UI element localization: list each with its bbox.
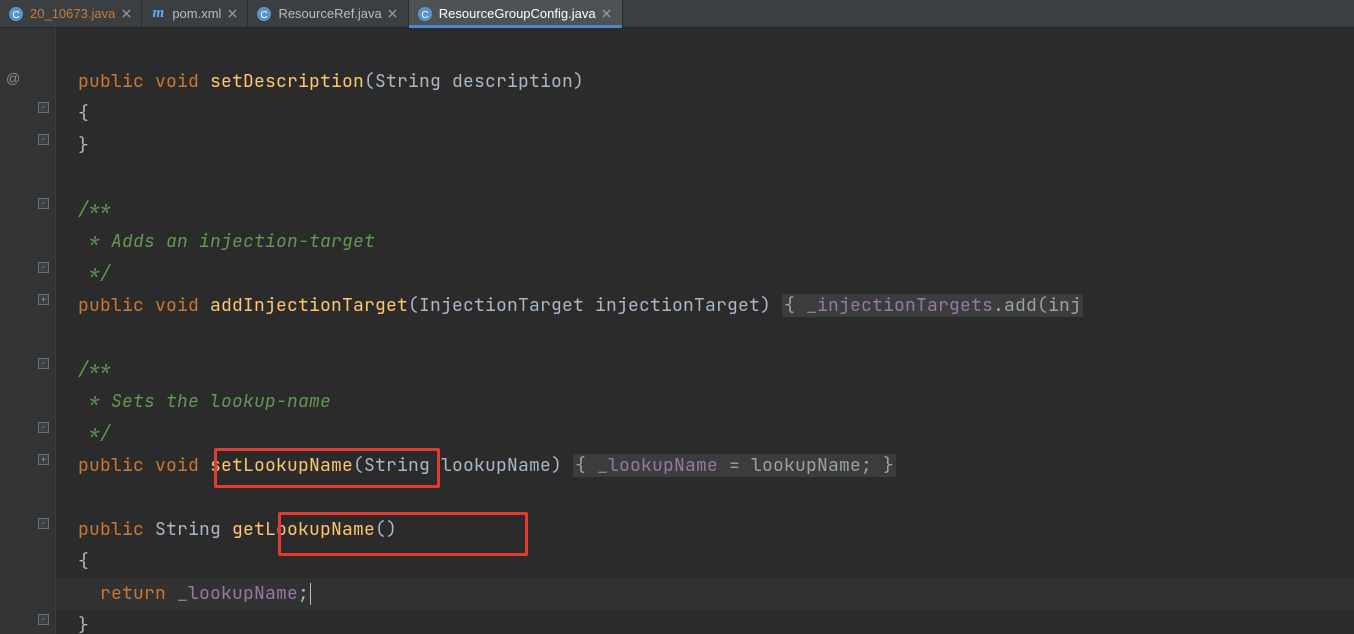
svg-text:C: C xyxy=(421,10,428,21)
code-line: /** xyxy=(56,194,1354,226)
code-line: public void setLookupName(String lookupN… xyxy=(56,450,1354,482)
code-line: /** xyxy=(56,354,1354,386)
code-line: public String getLookupName() xyxy=(56,514,1354,546)
fold-toggle-icon[interactable]: − xyxy=(38,614,49,625)
fold-toggle-icon[interactable]: − xyxy=(38,198,49,209)
tab-3[interactable]: C ResourceGroupConfig.java xyxy=(409,0,623,27)
code-line xyxy=(56,322,1354,354)
code-line: */ xyxy=(56,258,1354,290)
svg-text:C: C xyxy=(12,10,19,21)
editor: @ − − − − + − − + − − public void setDes… xyxy=(0,28,1354,634)
close-icon[interactable] xyxy=(227,9,237,19)
tab-label: ResourceGroupConfig.java xyxy=(439,6,596,21)
tab-bar: C 20_10673.java m pom.xml C ResourceRef.… xyxy=(0,0,1354,28)
code-line: */ xyxy=(56,418,1354,450)
text-caret xyxy=(310,583,311,605)
maven-file-icon: m xyxy=(150,6,166,22)
fold-toggle-icon[interactable]: − xyxy=(38,358,49,369)
java-file-icon: C xyxy=(8,6,24,22)
fold-toggle-icon[interactable]: − xyxy=(38,134,49,145)
code-line: { xyxy=(56,546,1354,578)
close-icon[interactable] xyxy=(121,9,131,19)
fold-toggle-icon[interactable]: − xyxy=(38,102,49,113)
code-line: public void setDescription(String descri… xyxy=(56,66,1354,98)
close-icon[interactable] xyxy=(388,9,398,19)
tab-0[interactable]: C 20_10673.java xyxy=(0,0,142,27)
code-line: * Adds an injection-target xyxy=(56,226,1354,258)
tab-label: 20_10673.java xyxy=(30,6,115,21)
tab-label: ResourceRef.java xyxy=(278,6,381,21)
code-line: { xyxy=(56,98,1354,130)
java-file-icon: C xyxy=(256,6,272,22)
close-icon[interactable] xyxy=(602,9,612,19)
code-line: } xyxy=(56,610,1354,634)
code-area[interactable]: public void setDescription(String descri… xyxy=(56,28,1354,634)
code-line xyxy=(56,162,1354,194)
fold-toggle-icon[interactable]: + xyxy=(38,454,49,465)
code-line: * Sets the lookup-name xyxy=(56,386,1354,418)
java-file-icon: C xyxy=(417,6,433,22)
code-line: public void addInjectionTarget(Injection… xyxy=(56,290,1354,322)
fold-toggle-icon[interactable]: − xyxy=(38,422,49,433)
tab-2[interactable]: C ResourceRef.java xyxy=(248,0,408,27)
fold-toggle-icon[interactable]: + xyxy=(38,294,49,305)
code-line xyxy=(56,482,1354,514)
tab-1[interactable]: m pom.xml xyxy=(142,0,248,27)
code-line: } xyxy=(56,130,1354,162)
svg-text:C: C xyxy=(261,10,268,21)
code-line: return _lookupName; xyxy=(56,578,1354,610)
code-line xyxy=(56,34,1354,66)
fold-toggle-icon[interactable]: − xyxy=(38,518,49,529)
gutter: @ − − − − + − − + − − xyxy=(0,28,56,634)
fold-toggle-icon[interactable]: − xyxy=(38,262,49,273)
tab-label: pom.xml xyxy=(172,6,221,21)
override-annotation-icon[interactable]: @ xyxy=(6,70,20,86)
